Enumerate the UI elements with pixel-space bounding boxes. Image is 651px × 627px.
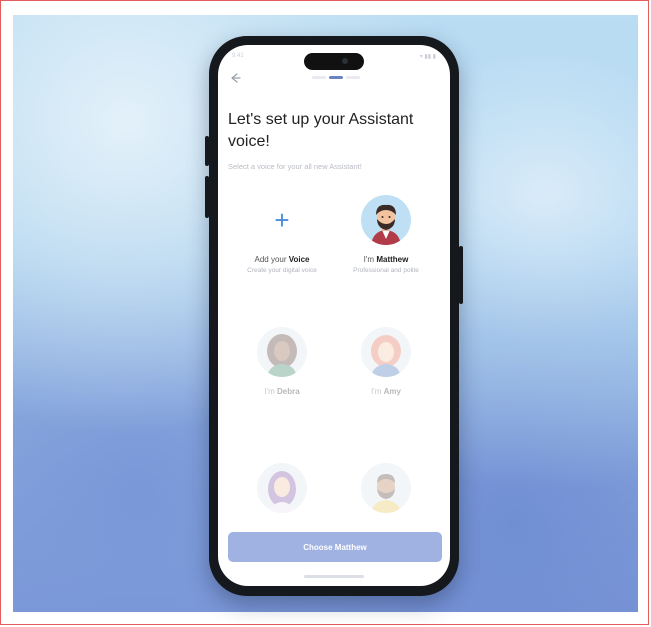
voice-desc-matthew: Professional and polite — [353, 267, 419, 274]
woman-avatar-dark-icon — [257, 327, 307, 377]
voice-card-matthew[interactable]: I'm Matthew Professional and polite — [336, 195, 436, 275]
page-title: Let's set up your Assistant voice! — [228, 111, 414, 150]
add-voice-label: Add your Voice — [254, 255, 310, 264]
voice-card-6[interactable] — [336, 463, 436, 513]
app-screen: 9:41 ▾ ▮▮ ▮ Let's set up your Assistant … — [218, 45, 450, 586]
progress-step-3 — [346, 76, 360, 79]
volume-down-button — [205, 176, 209, 218]
voice-name-matthew: I'm Matthew — [363, 255, 409, 264]
add-voice-card[interactable]: + Add your Voice Create your digital voi… — [232, 195, 332, 275]
man-avatar-icon — [361, 195, 411, 245]
power-button — [459, 246, 463, 304]
woman-avatar-purple-icon — [257, 463, 307, 513]
man-avatar-beard-icon — [361, 463, 411, 513]
voice-card-amy[interactable]: I'm Amy — [336, 327, 436, 396]
choose-voice-button[interactable]: Choose Matthew — [228, 532, 442, 562]
page-subtitle: Select a voice for your all new Assistan… — [228, 162, 362, 171]
home-indicator[interactable] — [304, 575, 364, 578]
add-voice-desc: Create your digital voice — [247, 267, 317, 274]
woman-avatar-redhead-icon — [361, 327, 411, 377]
step-progress-indicator — [312, 76, 362, 80]
voice-name-amy: I'm Amy — [371, 387, 401, 396]
volume-up-button — [205, 136, 209, 166]
progress-step-2 — [329, 76, 343, 79]
status-icons: ▾ ▮▮ ▮ — [419, 54, 436, 60]
voice-card-5[interactable] — [232, 463, 332, 513]
voice-card-debra[interactable]: I'm Debra — [232, 327, 332, 396]
plus-icon: + — [274, 204, 290, 235]
camera-icon — [342, 58, 348, 64]
progress-step-1 — [312, 76, 326, 79]
dynamic-island — [304, 53, 364, 70]
back-arrow-icon[interactable] — [228, 71, 242, 85]
status-time: 9:41 — [232, 53, 244, 59]
voice-name-debra: I'm Debra — [264, 387, 300, 396]
